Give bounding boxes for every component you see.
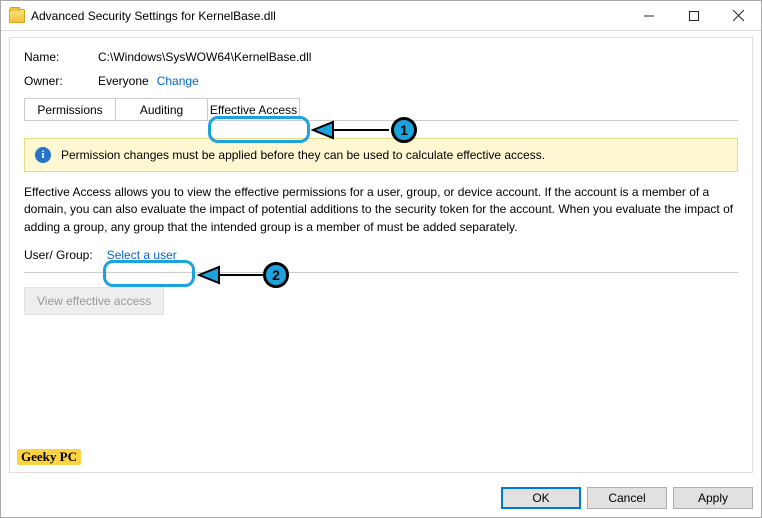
select-user-link[interactable]: Select a user <box>107 248 177 262</box>
tab-effective-access[interactable]: Effective Access <box>208 98 300 120</box>
change-owner-link[interactable]: Change <box>157 74 199 88</box>
titlebar: Advanced Security Settings for KernelBas… <box>1 1 761 31</box>
apply-button[interactable]: Apply <box>673 487 753 509</box>
tab-auditing[interactable]: Auditing <box>116 98 208 120</box>
user-group-row: User/ Group: Select a user <box>24 248 738 262</box>
annotation-arrow-2 <box>197 259 267 291</box>
description-text: Effective Access allows you to view the … <box>24 184 738 236</box>
annotation-number-2: 2 <box>263 262 289 288</box>
divider <box>24 272 738 273</box>
cancel-button[interactable]: Cancel <box>587 487 667 509</box>
maximize-button[interactable] <box>671 1 716 30</box>
name-row: Name: C:\Windows\SysWOW64\KernelBase.dll <box>24 50 738 64</box>
owner-value: Everyone <box>98 74 149 88</box>
name-label: Name: <box>24 50 98 64</box>
content-frame: Name: C:\Windows\SysWOW64\KernelBase.dll… <box>9 37 753 473</box>
annotation-arrow-1 <box>311 114 391 146</box>
info-message: Permission changes must be applied befor… <box>61 148 545 162</box>
folder-icon <box>9 9 25 23</box>
name-value: C:\Windows\SysWOW64\KernelBase.dll <box>98 50 311 64</box>
ok-button[interactable]: OK <box>501 487 581 509</box>
owner-row: Owner: Everyone Change <box>24 74 738 88</box>
annotation-number-1: 1 <box>391 117 417 143</box>
footer-buttons: OK Cancel Apply <box>501 487 753 509</box>
close-button[interactable] <box>716 1 761 30</box>
window-title: Advanced Security Settings for KernelBas… <box>31 9 626 23</box>
watermark: Geeky PC <box>17 449 81 465</box>
owner-label: Owner: <box>24 74 98 88</box>
user-group-label: User/ Group: <box>24 248 93 262</box>
minimize-button[interactable] <box>626 1 671 30</box>
window: Advanced Security Settings for KernelBas… <box>0 0 762 518</box>
view-effective-access-button: View effective access <box>24 287 164 315</box>
tab-permissions[interactable]: Permissions <box>24 98 116 120</box>
info-icon: i <box>35 147 51 163</box>
